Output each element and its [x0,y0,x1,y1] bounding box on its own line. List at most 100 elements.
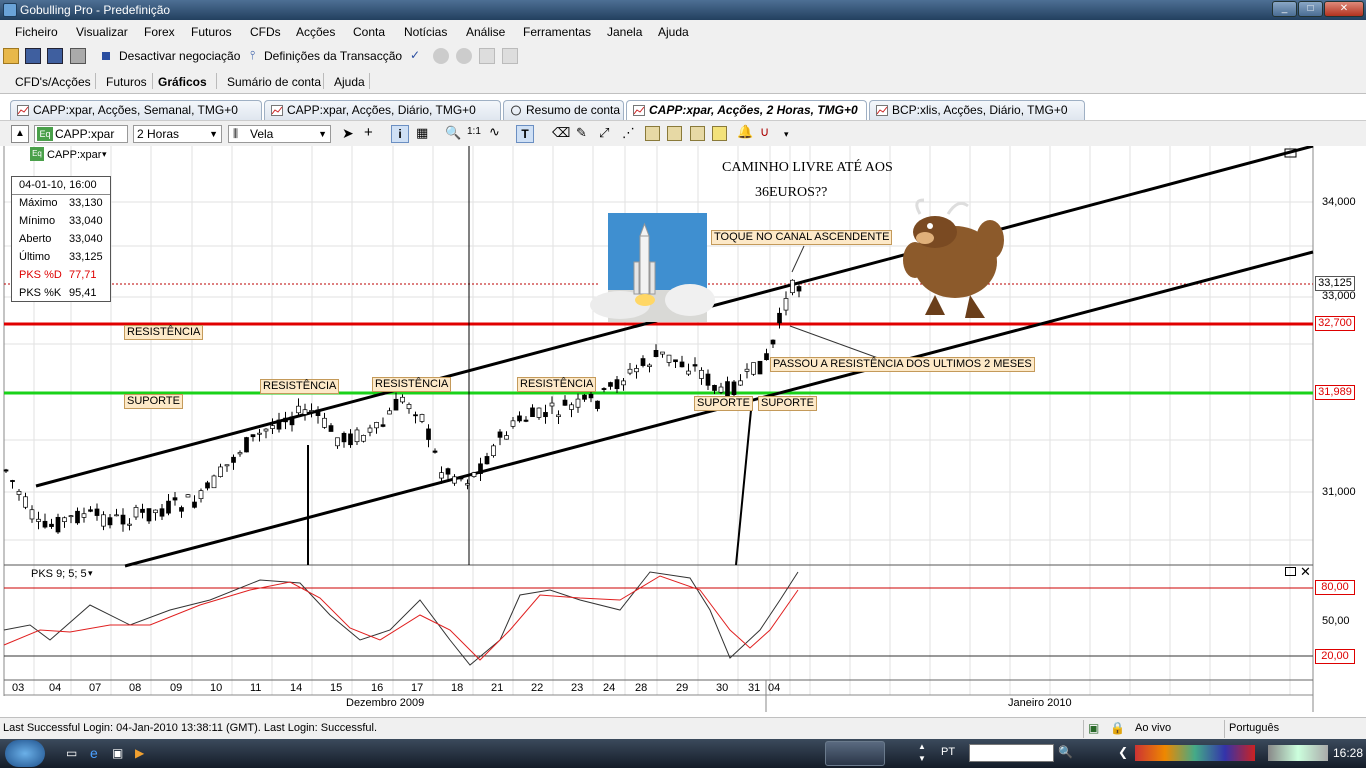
back-icon[interactable] [433,48,449,64]
menu-ferramentas[interactable]: Ferramentas [523,25,591,39]
collapse-up-icon[interactable]: ▲ [11,125,29,143]
chevron-down-icon[interactable]: ▾ [88,568,93,579]
explorer-icon[interactable]: ▭ [66,746,77,760]
info-icon[interactable]: i [391,125,409,143]
zoom-icon[interactable]: 🔍 [445,125,461,141]
close-pane-icon[interactable]: ✕ [1300,564,1311,580]
language-status[interactable]: Português [1229,722,1279,734]
doc-tab-bcp-diario[interactable]: BCP:xlis, Acções, Diário, TMG+0 [869,100,1085,120]
clock[interactable]: 16:28 [1333,746,1363,760]
save-icon[interactable] [25,48,41,64]
checkmark-icon[interactable]: ✓ [410,48,420,62]
account-icon [511,105,521,116]
menu-janela[interactable]: Janela [607,25,642,39]
tab-futuros[interactable]: Futuros [106,75,147,89]
print-icon[interactable] [70,48,86,64]
taskbar-app-button[interactable] [825,741,885,766]
taskbar-search-input[interactable] [969,744,1054,762]
doc-tab-resumo-conta[interactable]: Resumo de conta [503,100,624,120]
forward-icon[interactable] [456,48,472,64]
maximize-pane-icon[interactable] [1285,567,1296,576]
language-indicator[interactable]: PT [941,746,955,758]
alert-chart-icon[interactable] [712,126,727,141]
day-label: 29 [676,682,689,694]
chart-canvas [3,146,1314,712]
interval-select[interactable]: 2 Horas ▼ [133,125,222,143]
more-tools-icon[interactable]: ▾ [784,129,789,140]
fibonacci-icon[interactable]: ⋰ [622,125,635,141]
template-load-icon[interactable] [690,126,705,141]
home-icon[interactable] [479,48,495,64]
day-label: 23 [571,682,584,694]
doc-tab-capp-2horas[interactable]: CAPP:xpar, Acções, 2 Horas, TMG+0 [626,100,867,121]
doc-tab-capp-diario[interactable]: CAPP:xpar, Acções, Diário, TMG+0 [264,100,501,120]
chart-note-title-2: 36EUROS?? [755,185,828,200]
chevron-down-icon[interactable]: ▾ [102,149,107,160]
open-folder-icon[interactable] [3,48,19,64]
grid-icon[interactable]: ▦ [416,125,428,141]
menu-cfds[interactable]: CFDs [250,25,281,39]
equity-icon: Eq [37,127,53,141]
minimize-button[interactable]: _ [1272,1,1297,17]
tab-ajuda[interactable]: Ajuda [334,75,365,89]
media-icon[interactable]: ▶ [135,746,144,760]
bell-icon[interactable]: 🔔 [737,124,753,140]
indicator-icon[interactable]: ∿ [489,124,500,140]
maximize-button[interactable]: □ [1298,1,1323,17]
system-tray-icons[interactable] [1268,745,1328,761]
menu-noticias[interactable]: Notícias [404,25,447,39]
save-all-icon[interactable] [47,48,63,64]
legend-symbol[interactable]: CAPP:xpar [47,149,101,161]
current-price-tag: 33,125 [1315,276,1355,291]
price-chart[interactable]: Eq CAPP:xpar ▾ CAMINHO LIVRE ATÉ AOS 36E… [0,146,1366,712]
note-resistencia-4: RESISTÊNCIA [517,377,597,392]
text-tool-icon[interactable]: T [516,125,534,143]
eraser-icon[interactable]: ⌫ [552,125,570,141]
doc-tab-capp-semanal[interactable]: CAPP:xpar, Acções, Semanal, TMG+0 [10,100,262,120]
menu-forex[interactable]: Forex [144,25,175,39]
symbol-input[interactable]: Eq CAPP:xpar [34,125,128,143]
indicator-name[interactable]: PKS 9; 5; 5 [31,568,87,580]
search-icon[interactable]: 🔍 [1058,745,1073,759]
refresh-icon[interactable] [502,48,518,64]
login-status: Last Successful Login: 04-Jan-2010 13:38… [3,722,377,734]
day-label: 18 [451,682,464,694]
day-label: 11 [250,682,262,694]
day-label: 03 [12,682,25,694]
menu-ajuda[interactable]: Ajuda [658,25,689,39]
template-save-icon[interactable] [667,126,682,141]
close-button[interactable]: ✕ [1324,1,1364,17]
chart-style-select[interactable]: ⫼ Vela ▼ [228,125,331,143]
day-label: 17 [411,682,424,694]
day-label: 14 [290,682,303,694]
menu-analise[interactable]: Análise [466,25,505,39]
tab-cfds-accoes[interactable]: CFD's/Acções [15,75,91,89]
ie-icon[interactable]: e [90,745,98,761]
tray-icons[interactable] [1135,745,1255,761]
menu-conta[interactable]: Conta [353,25,385,39]
rocket-picture [590,213,715,322]
crosshair-icon[interactable]: + [364,124,373,141]
menu-futuros[interactable]: Futuros [191,25,232,39]
window-icon[interactable]: ▣ [112,746,123,760]
template-icon[interactable] [645,126,660,141]
line-tool-icon[interactable]: ⤢ [599,125,609,141]
ratio-button[interactable]: 1:1 [467,126,481,137]
magnet-icon[interactable]: ∪ [760,124,770,140]
disable-trading-button[interactable]: Desactivar negociação [119,49,240,63]
day-label: 28 [635,682,648,694]
tab-graficos[interactable]: Gráficos [158,75,207,89]
menu-accoes[interactable]: Acções [296,25,335,39]
scroll-up-icon[interactable]: ▲ [918,742,926,751]
chevron-left-icon[interactable]: ❮ [1118,745,1128,759]
scroll-down-icon[interactable]: ▼ [918,754,926,763]
transaction-settings-icon: ⫯ [250,48,256,62]
start-button[interactable] [5,740,45,767]
menu-visualizar[interactable]: Visualizar [76,25,128,39]
transaction-settings-button[interactable]: Definições da Transacção [264,49,402,63]
menu-ficheiro[interactable]: Ficheiro [15,25,58,39]
cursor-icon[interactable]: ➤ [342,125,354,142]
draw-icon[interactable]: ✎ [576,125,587,141]
pks-level-50: 50,00 [1322,615,1350,627]
tab-sumario-conta[interactable]: Sumário de conta [227,75,321,89]
